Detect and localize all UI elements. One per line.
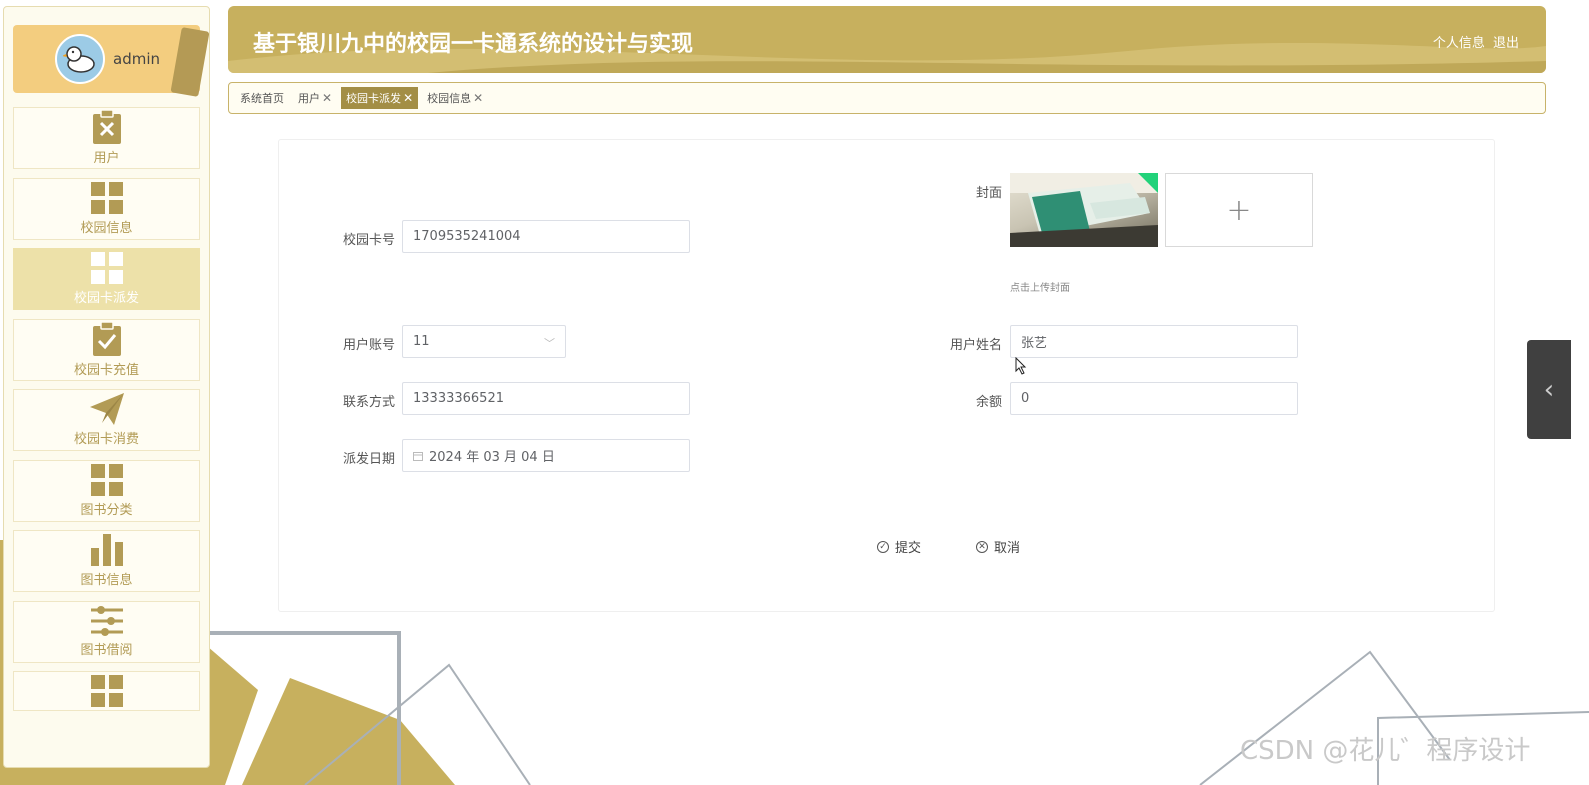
cancel-button[interactable]: ✕ 取消 <box>976 537 1020 556</box>
name-input[interactable]: 张艺 <box>1010 325 1298 358</box>
account-label: 用户账号 <box>342 338 395 353</box>
sidebar-item-label: 校园卡消费 <box>73 432 139 447</box>
user-name: admin <box>113 50 160 68</box>
plus-icon: + <box>1226 192 1252 228</box>
page-title: 基于银川九中的校园一卡通系统的设计与实现 <box>253 32 694 57</box>
cover-upload-tip: 点击上传封面 <box>1010 283 1070 294</box>
tab-label: 系统首页 <box>240 92 284 105</box>
chevron-down-icon: ﹀ <box>544 337 555 350</box>
sidebar-item-label: 校园卡充值 <box>73 362 139 378</box>
date-label: 派发日期 <box>342 452 395 467</box>
grid-icon <box>90 675 123 707</box>
header-links: 个人信息 退出 <box>1429 32 1519 51</box>
cover-image[interactable] <box>1010 173 1158 247</box>
balance-label: 余额 <box>975 395 1002 410</box>
grid-icon <box>90 463 123 496</box>
tab-card-issue[interactable]: 校园卡派发 ✕ <box>341 87 419 109</box>
sidebar-item-label: 图书分类 <box>80 502 133 518</box>
grid-icon <box>90 252 123 284</box>
phone-label: 联系方式 <box>342 395 395 410</box>
account-value: 11 <box>413 334 430 349</box>
card-no-label: 校园卡号 <box>342 233 395 248</box>
sidebar-item-more[interactable] <box>13 671 200 711</box>
submit-button[interactable]: ✓ 提交 <box>877 537 921 556</box>
sidebar-item-book-category[interactable]: 图书分类 <box>13 459 200 522</box>
sidebar-item-users[interactable]: 用户 <box>13 107 200 169</box>
sidebar-item-label: 校园信息 <box>80 220 133 236</box>
bar-chart-icon <box>90 534 123 566</box>
sidebar-item-book-info[interactable]: 图书信息 <box>13 530 200 592</box>
tab-home[interactable]: 系统首页 <box>235 87 289 109</box>
user-card: admin <box>13 25 209 97</box>
cover-label: 封面 <box>975 186 1002 201</box>
close-icon[interactable]: ✕ <box>473 91 483 105</box>
card-no-value: 1709535241004 <box>413 229 521 244</box>
sidebar-item-card-recharge[interactable]: 校园卡充值 <box>13 318 200 381</box>
tab-label: 校园信息 <box>427 92 472 105</box>
sidebar-item-book-borrow[interactable]: 图书借阅 <box>13 600 200 663</box>
sidebar-item-label: 图书信息 <box>80 573 133 588</box>
card-issue-form: 校园卡号 1709535241004 封面 + 点击上传封面 用户账号 11 ﹀… <box>278 139 1495 612</box>
grid-icon <box>90 181 123 214</box>
sidebar-item-campus-info[interactable]: 校园信息 <box>13 177 200 240</box>
tab-campus-info[interactable]: 校园信息 ✕ <box>422 87 488 109</box>
cover-upload-button[interactable]: + <box>1165 173 1313 247</box>
card-fold-decoration <box>170 27 209 97</box>
date-picker[interactable]: 2024 年 03 月 04 日 <box>402 439 690 472</box>
sidebar-item-label: 图书借阅 <box>80 642 133 658</box>
card-photo-icon <box>1010 173 1158 247</box>
chevron-left-icon: ‹ <box>1543 374 1555 405</box>
sidebar-item-label: 校园卡派发 <box>73 291 139 306</box>
cancel-label: 取消 <box>994 541 1021 556</box>
clipboard-check-icon <box>92 321 121 356</box>
check-circle-icon: ✓ <box>877 540 889 553</box>
balance-value: 0 <box>1021 391 1030 406</box>
header-bar: 基于银川九中的校园一卡通系统的设计与实现 个人信息 退出 <box>228 6 1546 73</box>
close-icon[interactable]: ✕ <box>403 91 413 105</box>
profile-link[interactable]: 个人信息 <box>1433 36 1485 51</box>
name-label: 用户姓名 <box>949 338 1002 353</box>
calendar-icon <box>413 451 423 461</box>
tabs-bar: 系统首页 用户 ✕ 校园卡派发 ✕ 校园信息 ✕ <box>228 82 1546 114</box>
phone-input[interactable]: 13333366521 <box>402 382 690 415</box>
tab-label: 校园卡派发 <box>346 92 402 105</box>
sidebar-item-label: 用户 <box>93 151 120 166</box>
phone-value: 13333366521 <box>413 391 504 406</box>
balance-input[interactable]: 0 <box>1010 382 1298 415</box>
logout-link[interactable]: 退出 <box>1493 36 1519 51</box>
watermark: CSDN @花儿゛程序设计 <box>1240 736 1531 766</box>
submit-label: 提交 <box>895 541 922 556</box>
name-value: 张艺 <box>1021 336 1048 351</box>
mouse-cursor-icon <box>1015 357 1027 375</box>
close-circle-icon: ✕ <box>976 540 988 553</box>
paper-plane-icon <box>89 393 124 425</box>
clipboard-x-icon <box>92 110 121 144</box>
close-icon[interactable]: ✕ <box>322 91 332 105</box>
duck-icon <box>63 46 95 73</box>
avatar[interactable] <box>55 34 105 84</box>
sliders-icon <box>90 605 123 636</box>
card-no-input[interactable]: 1709535241004 <box>402 220 690 253</box>
account-select[interactable]: 11 ﹀ <box>402 325 566 358</box>
collapse-handle[interactable]: ‹ <box>1527 340 1571 439</box>
sidebar-item-card-consume[interactable]: 校园卡消费 <box>13 389 200 451</box>
tab-users[interactable]: 用户 ✕ <box>293 87 337 109</box>
sidebar-menu: 用户 校园信息 校园卡派发 校园卡充值 校园卡消费 图书分类 图书信息 图书借阅 <box>13 107 200 720</box>
tab-label: 用户 <box>298 92 320 105</box>
date-value: 2024 年 03 月 04 日 <box>429 450 555 465</box>
sidebar-item-card-issue[interactable]: 校园卡派发 <box>13 248 200 310</box>
sidebar: admin 用户 校园信息 校园卡派发 校园卡充值 校园卡消费 图书分类 图书信… <box>3 6 210 768</box>
